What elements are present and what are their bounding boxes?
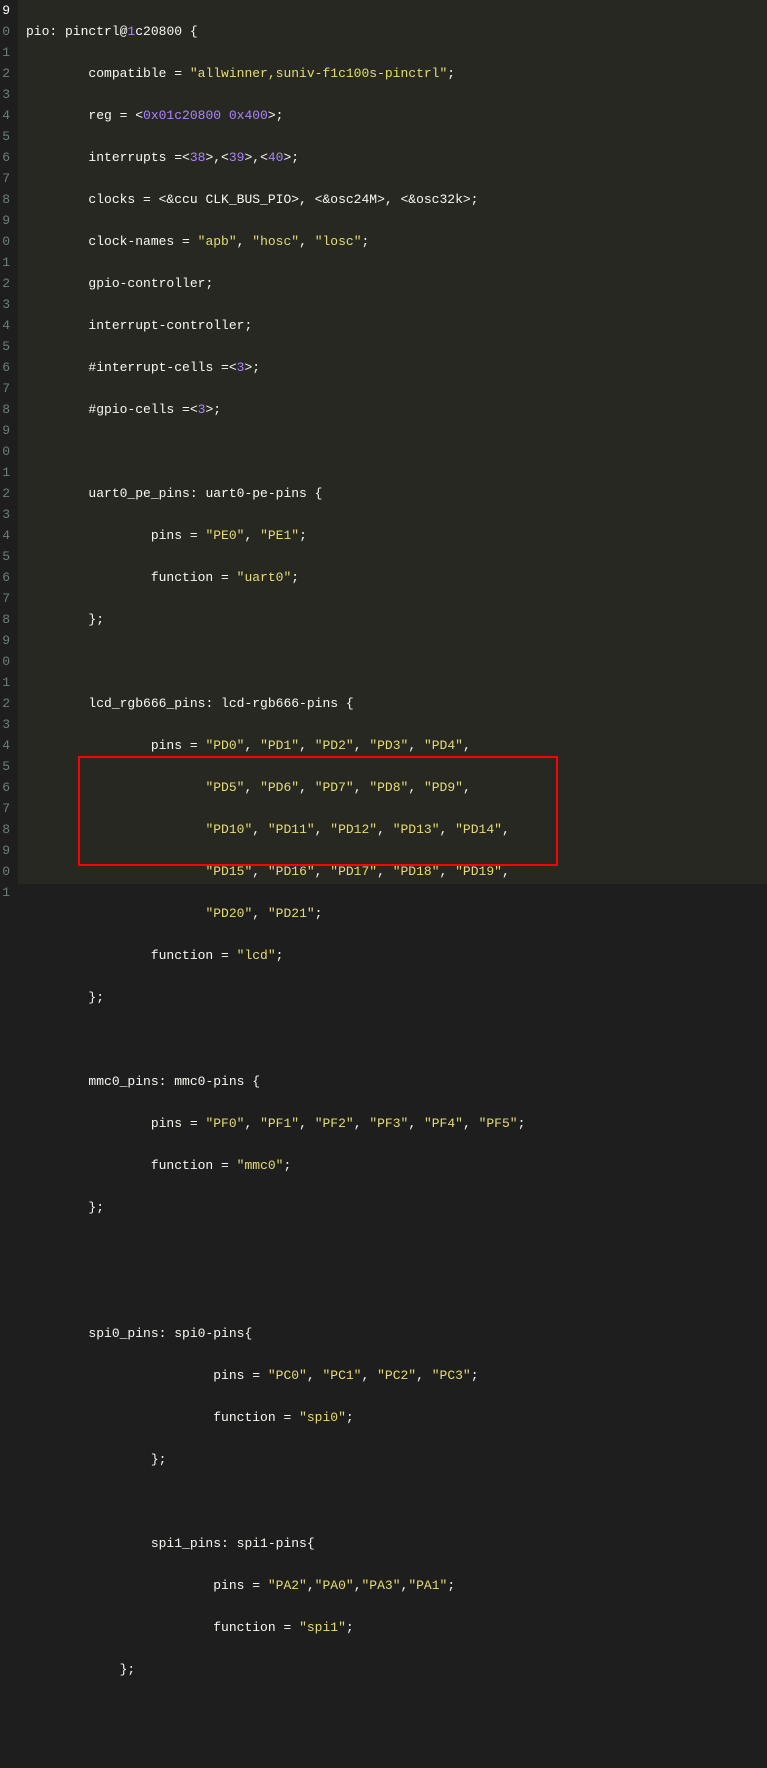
line-number: 7 [0,798,10,819]
code-line: function = "mmc0"; [26,1155,767,1176]
line-number: 1 [0,252,10,273]
line-number: 1 [0,42,10,63]
code-line: }; [26,1197,767,1218]
code-line: clock-names = "apb", "hosc", "losc"; [26,231,767,252]
line-number: 3 [0,504,10,525]
code-line: function = "uart0"; [26,567,767,588]
code-line: clocks = <&ccu CLK_BUS_PIO>, <&osc24M>, … [26,189,767,210]
code-area: pio: pinctrl@1c20800 { compatible = "all… [18,0,767,884]
line-number: 5 [0,546,10,567]
line-number: 4 [0,315,10,336]
line-number: 3 [0,714,10,735]
line-number: 5 [0,336,10,357]
line-number: 8 [0,609,10,630]
line-number: 1 [0,672,10,693]
code-line: pins = "PD0", "PD1", "PD2", "PD3", "PD4"… [26,735,767,756]
code-line [26,1281,767,1302]
code-line [26,1029,767,1050]
code-line: function = "spi0"; [26,1407,767,1428]
line-number: 0 [0,441,10,462]
code-line: "PD20", "PD21"; [26,903,767,924]
code-line: compatible = "allwinner,suniv-f1c100s-pi… [26,63,767,84]
line-number: 8 [0,819,10,840]
line-number: 4 [0,105,10,126]
line-number: 4 [0,735,10,756]
code-line: "PD5", "PD6", "PD7", "PD8", "PD9", [26,777,767,798]
code-line: pins = "PC0", "PC1", "PC2", "PC3"; [26,1365,767,1386]
line-number: 8 [0,189,10,210]
line-number: 1 [0,462,10,483]
line-number: 9 [0,840,10,861]
line-number: 6 [0,777,10,798]
code-line: #interrupt-cells =<3>; [26,357,767,378]
line-number: 2 [0,483,10,504]
line-number: 5 [0,756,10,777]
code-line: reg = <0x01c20800 0x400>; [26,105,767,126]
line-number: 3 [0,84,10,105]
line-number: 4 [0,525,10,546]
line-number: 0 [0,21,10,42]
code-line [26,441,767,462]
line-number: 7 [0,588,10,609]
code-line: pins = "PF0", "PF1", "PF2", "PF3", "PF4"… [26,1113,767,1134]
line-number: 9 [0,630,10,651]
line-number: 3 [0,294,10,315]
line-number: 0 [0,231,10,252]
code-line: }; [26,1659,767,1680]
code-line: "PD10", "PD11", "PD12", "PD13", "PD14", [26,819,767,840]
line-number: 2 [0,273,10,294]
line-number: 0 [0,861,10,882]
line-number: 7 [0,168,10,189]
code-line: pins = "PE0", "PE1"; [26,525,767,546]
code-line: mmc0_pins: mmc0-pins { [26,1071,767,1092]
code-line: function = "lcd"; [26,945,767,966]
code-line: spi0_pins: spi0-pins{ [26,1323,767,1344]
code-line: }; [26,1449,767,1470]
code-line: pio: pinctrl@1c20800 { [26,21,767,42]
line-number: 9 [0,210,10,231]
line-number: 9 [0,420,10,441]
code-line: lcd_rgb666_pins: lcd-rgb666-pins { [26,693,767,714]
code-line [26,1743,767,1764]
line-number: 5 [0,126,10,147]
code-line: interrupts =<38>,<39>,<40>; [26,147,767,168]
line-number: 7 [0,378,10,399]
line-number-gutter: 9012345678901234567890123456789012345678… [0,0,18,884]
highlight-annotation [78,756,558,866]
line-number: 1 [0,882,10,903]
line-number: 6 [0,147,10,168]
line-number: 0 [0,651,10,672]
code-line: }; [26,609,767,630]
code-line: uart0_pe_pins: uart0-pe-pins { [26,483,767,504]
code-line: function = "spi1"; [26,1617,767,1638]
code-line [26,1239,767,1260]
code-line: pins = "PA2","PA0","PA3","PA1"; [26,1575,767,1596]
code-line: }; [26,987,767,1008]
code-line [26,1491,767,1512]
code-line: spi1_pins: spi1-pins{ [26,1533,767,1554]
line-number: 2 [0,63,10,84]
line-number: 9 [0,0,10,21]
code-line: interrupt-controller; [26,315,767,336]
line-number: 2 [0,693,10,714]
code-line: "PD15", "PD16", "PD17", "PD18", "PD19", [26,861,767,882]
code-line: gpio-controller; [26,273,767,294]
line-number: 6 [0,567,10,588]
code-line [26,1701,767,1722]
line-number: 6 [0,357,10,378]
line-number: 8 [0,399,10,420]
code-line [26,651,767,672]
code-line: #gpio-cells =<3>; [26,399,767,420]
